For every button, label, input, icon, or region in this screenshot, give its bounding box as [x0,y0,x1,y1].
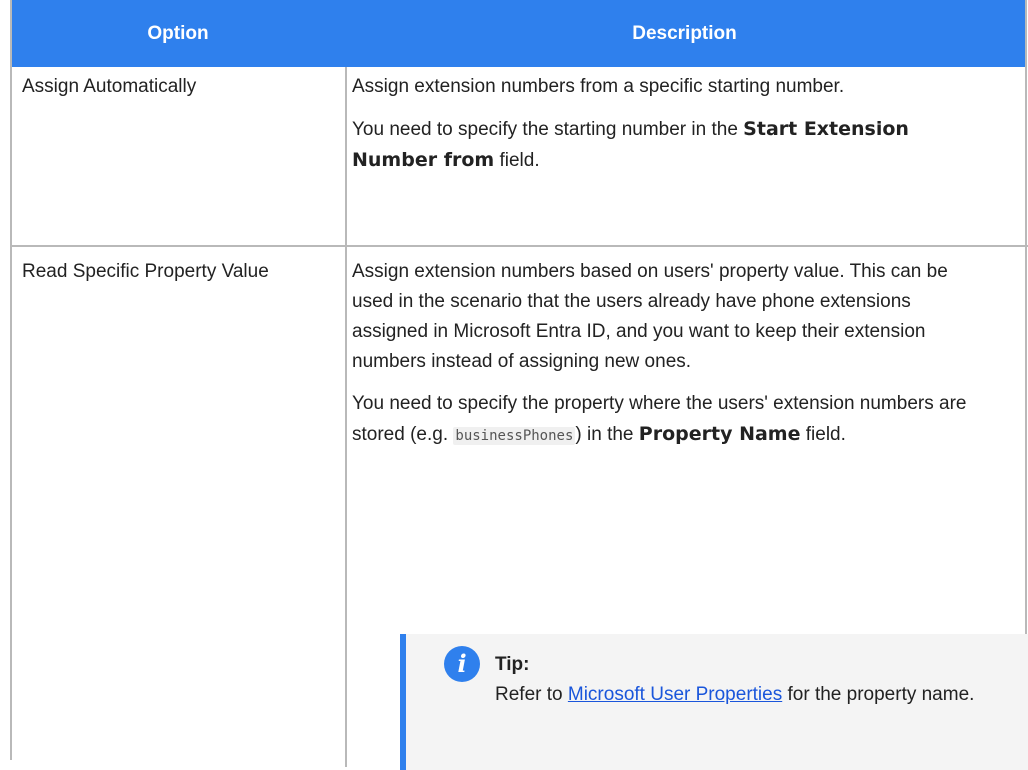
options-table: Option Description Assign Automatically … [10,0,1028,770]
header-option: Option [12,0,344,67]
row2-desc-p1: Assign extension numbers based on users'… [352,261,948,372]
property-name-field-name: Property Name [638,423,801,445]
tip-title: Tip: [495,654,530,675]
row2-desc-p2: You need to specify the property where t… [352,393,967,445]
info-icon: i [444,646,480,682]
column-divider [345,67,347,767]
header-description: Description [344,0,1025,67]
microsoft-user-properties-link[interactable]: Microsoft User Properties [568,684,782,705]
property-code: businessPhones [453,427,576,445]
tip-box: i Tip: Refer to Microsoft User Propertie… [400,634,1028,770]
row1-desc-p1: Assign extension numbers from a specific… [352,76,845,97]
row1-option: Assign Automatically [22,76,197,97]
row2-option: Read Specific Property Value [22,261,269,282]
tip-body: Refer to Microsoft User Properties for t… [495,684,975,705]
row-divider [12,245,1028,247]
row1-desc-p2: You need to specify the starting number … [352,118,909,171]
row1-description: Assign extension numbers from a specific… [352,72,992,176]
row2-description: Assign extension numbers based on users'… [352,257,992,451]
